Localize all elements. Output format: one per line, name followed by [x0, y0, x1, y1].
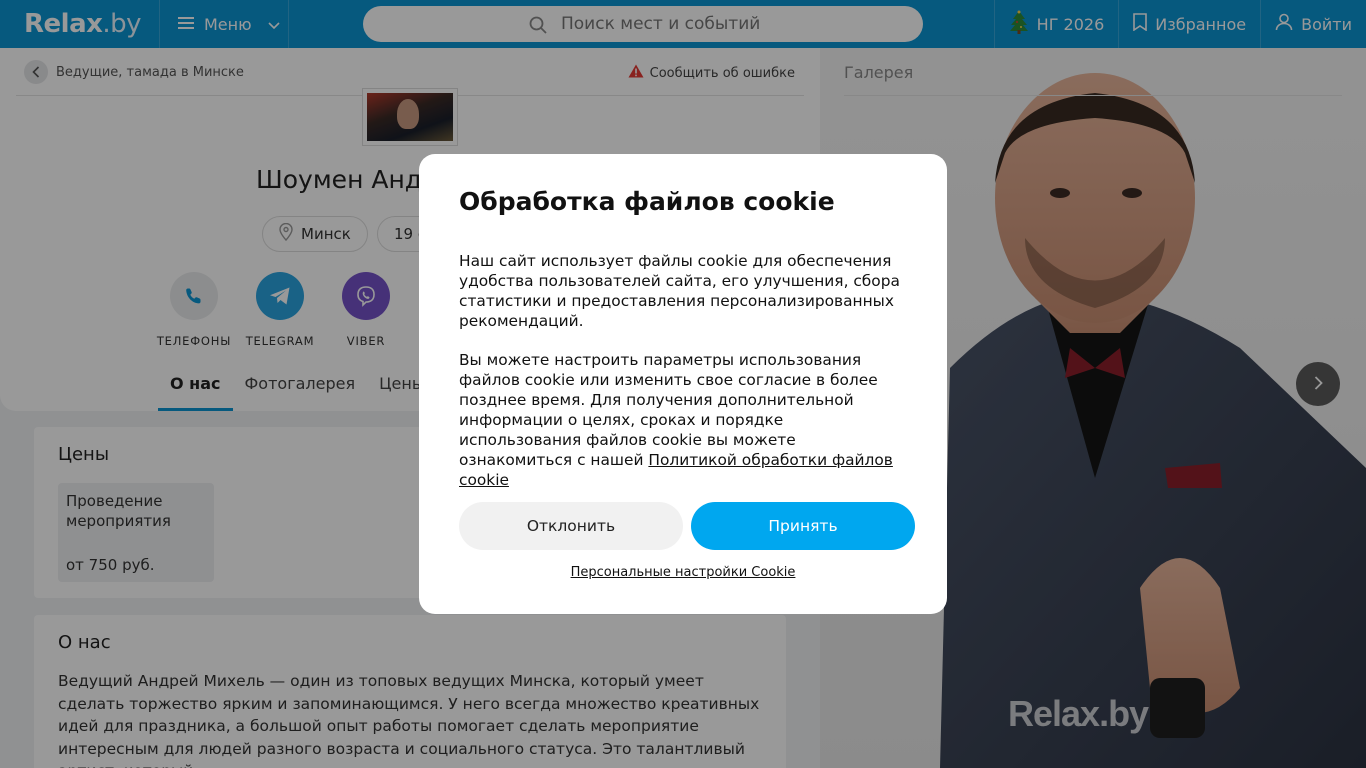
cookie-paragraph-2: Вы можете настроить параметры использова… [459, 350, 909, 490]
accept-button[interactable]: Принять [691, 502, 915, 550]
cookie-paragraph-1: Наш сайт использует файлы cookie для обе… [459, 252, 900, 330]
personal-cookie-settings-link[interactable]: Персональные настройки Cookie [419, 565, 947, 580]
cookie-dialog-title: Обработка файлов cookie [459, 187, 835, 216]
decline-button[interactable]: Отклонить [459, 502, 683, 550]
cookie-dialog: Обработка файлов cookie Наш сайт использ… [419, 154, 947, 614]
